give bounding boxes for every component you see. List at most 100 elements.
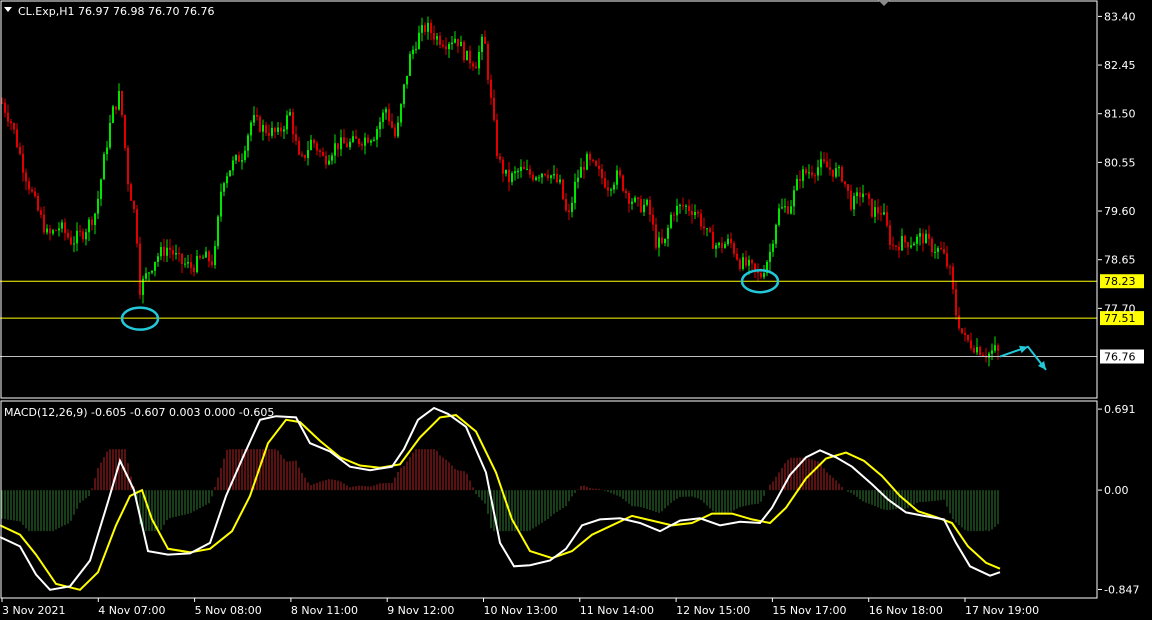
candle-bear bbox=[496, 119, 498, 157]
candle-bear bbox=[958, 315, 960, 329]
candle-bull bbox=[715, 245, 717, 249]
price-pane[interactable] bbox=[0, 16, 1097, 371]
candle-bull bbox=[643, 204, 645, 213]
candle-bear bbox=[49, 228, 51, 234]
candle-bear bbox=[37, 195, 39, 211]
candle-bear bbox=[133, 200, 135, 210]
candle-bull bbox=[331, 155, 333, 161]
time-tick-label: 8 Nov 11:00 bbox=[291, 604, 358, 617]
collapse-triangle-icon[interactable] bbox=[4, 7, 12, 12]
candle-bear bbox=[655, 224, 657, 248]
time-tick-label: 11 Nov 14:00 bbox=[580, 604, 654, 617]
arrow-up-icon bbox=[1019, 345, 1028, 354]
candle-bear bbox=[358, 138, 360, 145]
candle-bull bbox=[481, 36, 483, 52]
candle-bear bbox=[637, 197, 639, 200]
candle-bear bbox=[598, 165, 600, 169]
symbol-header: CL.Exp,H1 76.97 76.98 76.70 76.76 bbox=[4, 5, 214, 18]
candle-bear bbox=[868, 193, 870, 199]
candle-bull bbox=[334, 143, 336, 156]
candle-bull bbox=[817, 167, 819, 176]
candle-bear bbox=[487, 43, 489, 80]
candle-bear bbox=[730, 238, 732, 244]
candle-bull bbox=[286, 115, 288, 130]
candle-bear bbox=[880, 213, 882, 215]
candle-bear bbox=[712, 231, 714, 249]
candle-bull bbox=[526, 168, 528, 170]
candle-bear bbox=[565, 199, 567, 211]
candle-bear bbox=[703, 226, 705, 229]
candle-bull bbox=[820, 159, 822, 168]
candle-bear bbox=[898, 246, 900, 251]
candle-bear bbox=[931, 238, 933, 253]
candle-bear bbox=[547, 175, 549, 179]
candle-bull bbox=[520, 166, 522, 171]
candle-bear bbox=[997, 345, 999, 351]
candle-bear bbox=[463, 41, 465, 61]
scroll-marker-icon[interactable] bbox=[878, 0, 890, 6]
candle-bear bbox=[949, 266, 951, 268]
time-tick-label: 5 Nov 08:00 bbox=[195, 604, 262, 617]
candle-bear bbox=[886, 212, 888, 226]
price-tick-label: 81.50 bbox=[1104, 108, 1136, 121]
candle-bull bbox=[772, 243, 774, 252]
candle-bull bbox=[100, 179, 102, 199]
candle-bear bbox=[457, 38, 459, 47]
candle-bear bbox=[841, 166, 843, 182]
candle-bull bbox=[385, 109, 387, 113]
candle-bull bbox=[460, 41, 462, 47]
candle-bull bbox=[538, 177, 540, 179]
candle-bear bbox=[532, 174, 534, 180]
candle-bear bbox=[508, 169, 510, 183]
candle-bull bbox=[553, 173, 555, 176]
candle-bull bbox=[403, 84, 405, 105]
candle-bull bbox=[775, 224, 777, 244]
candle-bull bbox=[364, 137, 366, 146]
candle-bear bbox=[805, 169, 807, 174]
candle-bear bbox=[169, 247, 171, 251]
candle-bull bbox=[397, 122, 399, 137]
candle-bear bbox=[190, 262, 192, 268]
candle-bull bbox=[328, 160, 330, 165]
candle-bull bbox=[679, 204, 681, 206]
trading-chart[interactable]: 78.2377.5176.7683.4082.4581.5080.5579.60… bbox=[0, 0, 1152, 620]
candle-bear bbox=[355, 136, 357, 139]
candle-bull bbox=[244, 150, 246, 161]
candle-bear bbox=[469, 50, 471, 64]
candle-bear bbox=[322, 151, 324, 156]
candle-bull bbox=[781, 207, 783, 209]
candle-bull bbox=[718, 242, 720, 246]
candle-bear bbox=[64, 222, 66, 233]
candle-bull bbox=[214, 246, 216, 266]
candle-bear bbox=[673, 214, 675, 216]
candle-bull bbox=[580, 167, 582, 178]
candle-bull bbox=[46, 228, 48, 233]
candle-bull bbox=[58, 228, 60, 231]
candle-bull bbox=[283, 129, 285, 132]
price-tick-label: 82.45 bbox=[1104, 59, 1136, 72]
candle-bear bbox=[130, 184, 132, 201]
candle-bull bbox=[616, 170, 618, 185]
candle-bear bbox=[439, 36, 441, 45]
macd-pane[interactable] bbox=[0, 406, 1001, 591]
time-tick-label: 12 Nov 15:00 bbox=[676, 604, 750, 617]
annotation-ellipse[interactable] bbox=[120, 306, 160, 331]
candle-bear bbox=[259, 116, 261, 132]
candle-bull bbox=[796, 178, 798, 191]
candle-bear bbox=[940, 248, 942, 250]
candle-bear bbox=[589, 153, 591, 160]
candle-bear bbox=[895, 245, 897, 247]
candle-bull bbox=[436, 36, 438, 40]
candle-bear bbox=[751, 259, 753, 264]
candle-bear bbox=[181, 253, 183, 264]
candle-bear bbox=[121, 91, 123, 116]
candle-bull bbox=[517, 170, 519, 172]
candle-bear bbox=[973, 348, 975, 353]
candle-bull bbox=[352, 136, 354, 142]
candle-bull bbox=[232, 160, 234, 171]
candle-bull bbox=[184, 263, 186, 265]
candle-bull bbox=[541, 173, 543, 178]
candle-bear bbox=[472, 63, 474, 67]
candle-bear bbox=[871, 198, 873, 217]
candle-bear bbox=[430, 22, 432, 33]
